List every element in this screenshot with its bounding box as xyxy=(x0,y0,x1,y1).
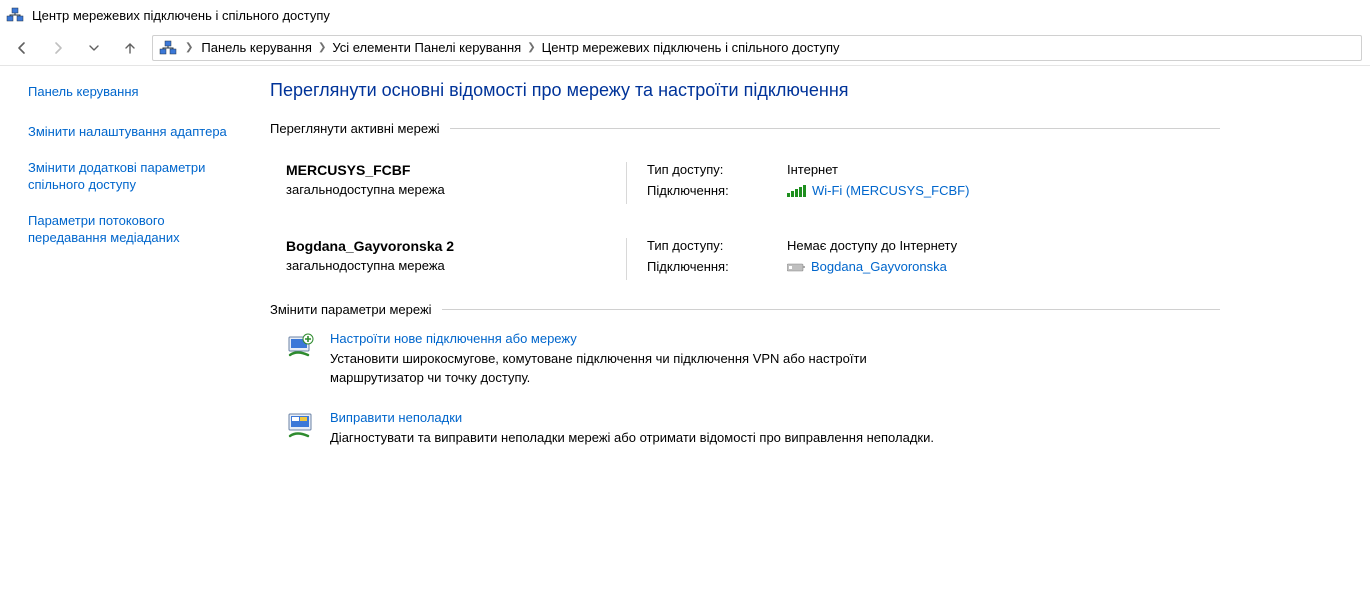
page-heading: Переглянути основні відомості про мережу… xyxy=(270,80,1220,101)
back-button[interactable] xyxy=(8,34,36,62)
section-label: Переглянути активні мережі xyxy=(270,121,440,136)
divider xyxy=(442,309,1220,310)
sidebar-link-media-streaming[interactable]: Параметри потокового передавання медіада… xyxy=(28,212,242,247)
breadcrumb-item-current[interactable]: Центр мережевих підключень і спільного д… xyxy=(542,40,840,55)
ethernet-icon xyxy=(787,261,805,273)
sidebar-link-sharing-settings[interactable]: Змінити додаткові параметри спільного до… xyxy=(28,159,242,194)
wifi-signal-icon xyxy=(787,185,806,197)
main-panel: Переглянути основні відомості про мережу… xyxy=(250,66,1250,490)
chevron-right-icon[interactable]: ❯ xyxy=(318,42,326,53)
divider xyxy=(450,128,1220,129)
chevron-right-icon[interactable]: ❯ xyxy=(185,42,193,53)
access-type-label: Тип доступу: xyxy=(647,162,787,177)
network-category: загальнодоступна мережа xyxy=(286,258,612,273)
sidebar: Панель керування Змінити налаштування ад… xyxy=(0,66,250,490)
breadcrumb-item[interactable]: Панель керування xyxy=(201,40,312,55)
connection-link[interactable]: Bogdana_Gayvoronska xyxy=(811,259,947,274)
titlebar: Центр мережевих підключень і спільного д… xyxy=(0,0,1370,30)
control-panel-home-link[interactable]: Панель керування xyxy=(28,84,139,99)
network-row: Bogdana_Gayvoronska 2 загальнодоступна м… xyxy=(286,226,1220,302)
divider xyxy=(626,162,627,204)
section-active-networks: Переглянути активні мережі xyxy=(270,121,1220,136)
network-center-icon xyxy=(159,39,177,57)
troubleshoot-icon xyxy=(286,410,316,440)
task-link[interactable]: Настроїти нове підключення або мережу xyxy=(330,331,577,346)
breadcrumb[interactable]: ❯ Панель керування ❯ Усі елементи Панелі… xyxy=(152,35,1362,61)
sidebar-link-adapter-settings[interactable]: Змінити налаштування адаптера xyxy=(28,123,242,141)
network-category: загальнодоступна мережа xyxy=(286,182,612,197)
network-name: Bogdana_Gayvoronska 2 xyxy=(286,238,612,254)
task-description: Діагностувати та виправити неполадки мер… xyxy=(330,429,934,448)
section-change-settings: Змінити параметри мережі xyxy=(270,302,1220,317)
access-type-value: Немає доступу до Інтернету xyxy=(787,238,1220,253)
network-center-icon xyxy=(6,6,24,24)
access-type-value: Інтернет xyxy=(787,162,1220,177)
chevron-right-icon[interactable]: ❯ xyxy=(527,42,535,53)
breadcrumb-item[interactable]: Усі елементи Панелі керування xyxy=(332,40,521,55)
recent-dropdown-button[interactable] xyxy=(80,34,108,62)
network-name: MERCUSYS_FCBF xyxy=(286,162,612,178)
task-setup-new-connection: Настроїти нове підключення або мережу Ус… xyxy=(286,331,1220,388)
address-bar: ❯ Панель керування ❯ Усі елементи Панелі… xyxy=(0,30,1370,66)
connection-link[interactable]: Wi-Fi (MERCUSYS_FCBF) xyxy=(812,183,969,198)
connections-label: Підключення: xyxy=(647,259,787,274)
divider xyxy=(626,238,627,280)
access-type-label: Тип доступу: xyxy=(647,238,787,253)
task-description: Установити широкосмугове, комутоване під… xyxy=(330,350,960,388)
window-title: Центр мережевих підключень і спільного д… xyxy=(32,8,330,23)
task-troubleshoot: Виправити неполадки Діагностувати та вип… xyxy=(286,410,1220,448)
section-label: Змінити параметри мережі xyxy=(270,302,432,317)
forward-button[interactable] xyxy=(44,34,72,62)
task-link[interactable]: Виправити неполадки xyxy=(330,410,462,425)
connections-label: Підключення: xyxy=(647,183,787,198)
up-button[interactable] xyxy=(116,34,144,62)
network-row: MERCUSYS_FCBF загальнодоступна мережа Ти… xyxy=(286,150,1220,226)
new-connection-icon xyxy=(286,331,316,361)
